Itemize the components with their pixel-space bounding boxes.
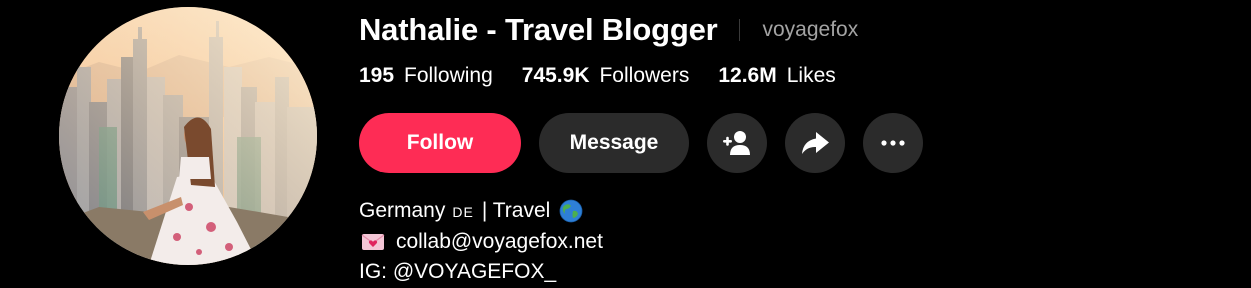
profile-header: Nathalie - Travel Blogger voyagefox 195 … bbox=[0, 0, 1251, 288]
bio-line-2: collab@voyagefox.net bbox=[359, 227, 603, 258]
bio-topic: | Travel bbox=[481, 199, 551, 222]
stats-row: 195 Following 745.9K Followers 12.6M Lik… bbox=[359, 61, 865, 91]
following-label: Following bbox=[404, 64, 493, 87]
display-name: Nathalie - Travel Blogger bbox=[359, 12, 718, 47]
envelope-heart-icon bbox=[361, 233, 385, 251]
avatar-photo bbox=[59, 7, 317, 265]
bio: Germany DE | Travel collab@voyagefox.net… bbox=[359, 196, 603, 288]
avatar[interactable] bbox=[59, 7, 317, 265]
globe-icon bbox=[559, 199, 583, 223]
action-buttons: Follow Message bbox=[359, 113, 941, 173]
stat-following[interactable]: 195 Following bbox=[359, 64, 493, 88]
bio-location: Germany bbox=[359, 199, 446, 222]
bio-instagram: IG: @VOYAGEFOX_ bbox=[359, 260, 557, 283]
followers-count: 745.9K bbox=[521, 64, 590, 87]
following-count: 195 bbox=[359, 64, 395, 87]
likes-count: 12.6M bbox=[718, 64, 777, 87]
bio-email: collab@voyagefox.net bbox=[396, 229, 603, 253]
stat-followers[interactable]: 745.9K Followers bbox=[522, 64, 690, 88]
likes-label: Likes bbox=[786, 64, 836, 87]
follow-button[interactable]: Follow bbox=[359, 113, 521, 173]
name-row: Nathalie - Travel Blogger voyagefox bbox=[359, 10, 858, 50]
bio-line-1: Germany DE | Travel bbox=[359, 196, 603, 227]
more-options-button[interactable] bbox=[863, 113, 923, 173]
person-plus-icon bbox=[723, 131, 750, 155]
share-arrow-icon bbox=[802, 132, 829, 154]
message-button[interactable]: Message bbox=[539, 113, 689, 173]
stat-likes: 12.6M Likes bbox=[718, 64, 835, 88]
username: voyagefox bbox=[762, 18, 859, 41]
more-dots-icon bbox=[881, 140, 905, 146]
bio-line-3: IG: @VOYAGEFOX_ bbox=[359, 257, 603, 288]
name-divider bbox=[738, 19, 740, 41]
flag-de: DE bbox=[452, 204, 474, 220]
share-button[interactable] bbox=[785, 113, 845, 173]
followers-label: Followers bbox=[599, 64, 690, 87]
add-friend-button[interactable] bbox=[707, 113, 767, 173]
